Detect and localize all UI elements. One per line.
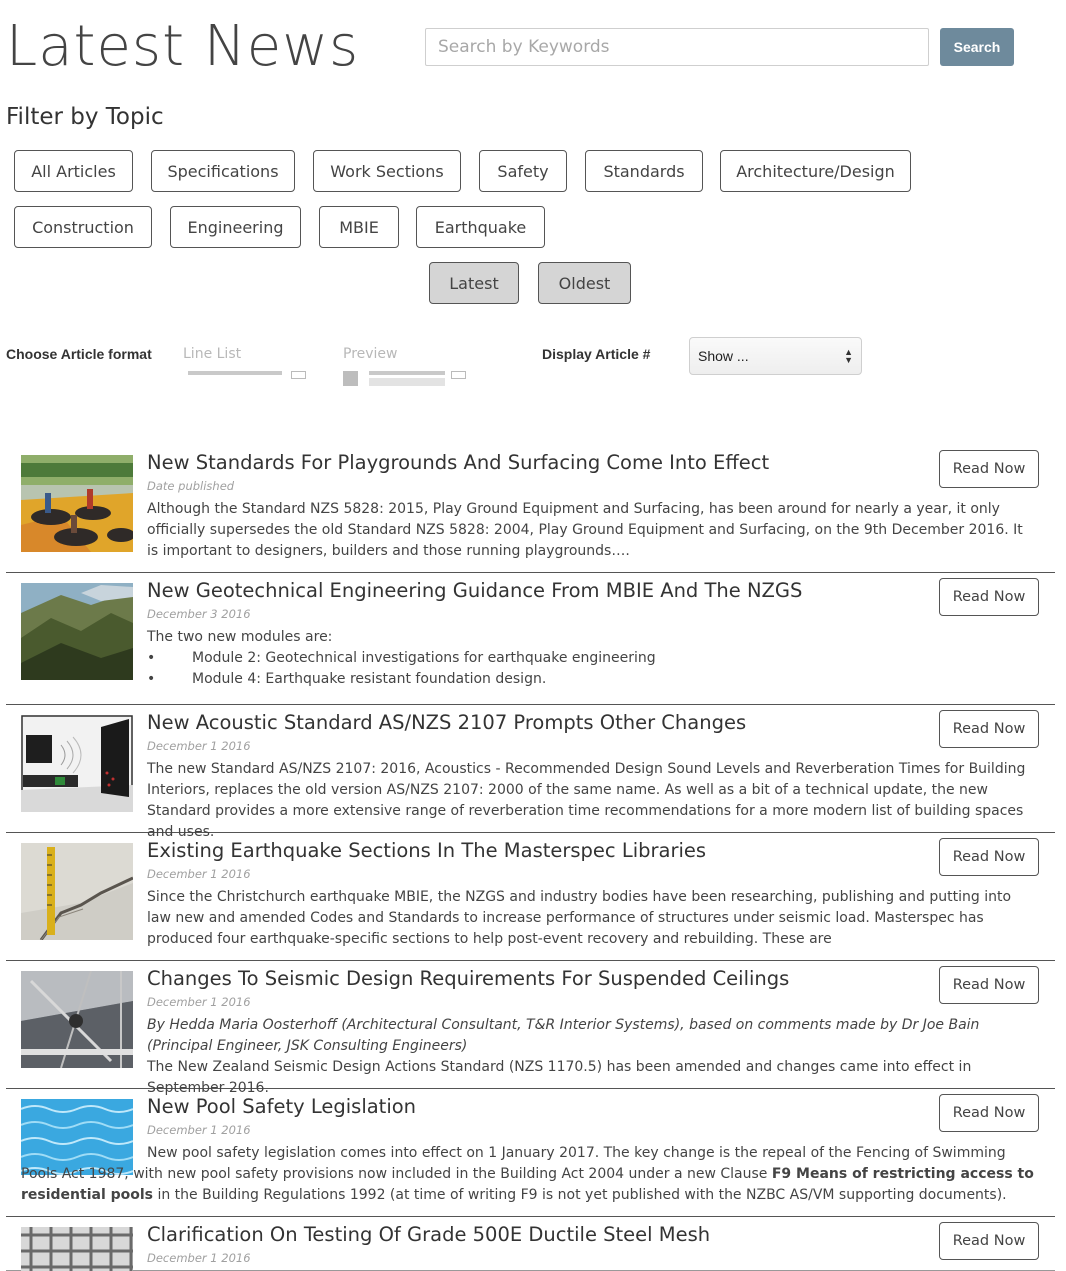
article-thumbnail[interactable] — [21, 971, 133, 1068]
article-date: December 1 2016 — [147, 995, 251, 1009]
article-byline: By Hedda Maria Oosterhoff (Architectural… — [147, 1017, 980, 1054]
article-excerpt: The new Standard AS/NZS 2107: 2016, Acou… — [147, 761, 1026, 840]
playground-image — [21, 455, 133, 552]
article-intro: The two new modules are: — [147, 629, 333, 645]
article-thumbnail[interactable] — [21, 1227, 133, 1271]
article-title[interactable]: Changes To Seismic Design Requirements F… — [147, 967, 789, 990]
article-title[interactable]: Clarification On Testing Of Grade 500E D… — [147, 1223, 710, 1246]
article-item: Clarification On Testing Of Grade 500E D… — [6, 1217, 1055, 1271]
topic-mbie[interactable]: MBIE — [319, 206, 399, 248]
format-line-list-label: Line List — [183, 346, 242, 362]
article-excerpt: New pool safety legislation comes into e… — [21, 1145, 1034, 1203]
article-date: December 1 2016 — [147, 739, 251, 753]
topic-standards[interactable]: Standards — [585, 150, 703, 192]
topic-all-articles[interactable]: All Articles — [14, 150, 133, 192]
topic-work-sections[interactable]: Work Sections — [313, 150, 461, 192]
topic-specifications[interactable]: Specifications — [151, 150, 295, 192]
read-now-button[interactable]: Read Now — [939, 1222, 1039, 1260]
topic-construction[interactable]: Construction — [14, 206, 152, 248]
sort-latest-button[interactable]: Latest — [429, 262, 519, 304]
article-title[interactable]: New Standards For Playgrounds And Surfac… — [147, 451, 769, 474]
read-now-button[interactable]: Read Now — [939, 1094, 1039, 1132]
preview-bar-icon — [369, 371, 445, 375]
article-item: Existing Earthquake Sections In The Mast… — [6, 833, 1055, 961]
article-thumbnail[interactable] — [21, 455, 133, 552]
line-list-box-icon — [291, 371, 306, 379]
read-now-button[interactable]: Read Now — [939, 838, 1039, 876]
topic-engineering[interactable]: Engineering — [170, 206, 301, 248]
article-title[interactable]: New Geotechnical Engineering Guidance Fr… — [147, 579, 802, 602]
topic-safety[interactable]: Safety — [479, 150, 567, 192]
read-now-button[interactable]: Read Now — [939, 710, 1039, 748]
article-date: December 1 2016 — [147, 1251, 251, 1265]
list-item: • Module 4: Earthquake resistant foundati… — [147, 671, 547, 687]
steel-mesh-image — [21, 1227, 133, 1271]
article-excerpt: By Hedda Maria Oosterhoff (Architectural… — [147, 1015, 1037, 1099]
article-title[interactable]: New Acoustic Standard AS/NZS 2107 Prompt… — [147, 711, 746, 734]
preview-box-icon — [451, 371, 466, 379]
article-item: New Acoustic Standard AS/NZS 2107 Prompt… — [6, 705, 1055, 840]
read-now-button[interactable]: Read Now — [939, 450, 1039, 488]
article-title[interactable]: New Pool Safety Legislation — [147, 1095, 416, 1118]
article-thumbnail[interactable] — [21, 843, 133, 940]
article-item: Changes To Seismic Design Requirements F… — [6, 961, 1055, 1096]
mountains-image — [21, 583, 133, 680]
acoustic-room-image — [21, 715, 133, 812]
preview-text-icon — [369, 378, 445, 386]
article-date: Date published — [147, 479, 235, 493]
list-item: • Module 2: Geotechnical investigations f… — [147, 650, 656, 666]
topic-earthquake[interactable]: Earthquake — [416, 206, 545, 248]
crack-ruler-image — [21, 843, 133, 940]
article-thumbnail[interactable] — [21, 715, 133, 812]
page-title: Latest News — [6, 14, 360, 79]
read-now-button[interactable]: Read Now — [939, 966, 1039, 1004]
article-excerpt: Although the Standard NZS 5828: 2015, Pl… — [147, 501, 1023, 559]
sort-oldest-button[interactable]: Oldest — [538, 262, 631, 304]
article-format-label: Choose Article format — [6, 346, 152, 362]
article-item: New Standards For Playgrounds And Surfac… — [6, 445, 1055, 573]
article-excerpt: The two new modules are: • Module 2: Geot… — [147, 627, 1037, 690]
article-date: December 1 2016 — [147, 1123, 251, 1137]
preview-thumb-icon — [343, 371, 358, 386]
article-date: December 3 2016 — [147, 607, 251, 621]
display-count-value: Show ... — [698, 348, 749, 364]
filter-heading: Filter by Topic — [6, 104, 164, 130]
format-preview-label: Preview — [343, 346, 398, 362]
display-count-select[interactable]: Show ... ▲ ▼ — [689, 337, 862, 375]
select-arrows-icon: ▲ ▼ — [844, 347, 853, 365]
ceiling-image — [21, 971, 133, 1068]
line-list-bar-icon — [188, 371, 282, 375]
article-excerpt: Since the Christchurch earthquake MBIE, … — [147, 889, 1012, 947]
article-date: December 1 2016 — [147, 867, 251, 881]
article-title[interactable]: Existing Earthquake Sections In The Mast… — [147, 839, 706, 862]
topic-architecture-design[interactable]: Architecture/Design — [720, 150, 911, 192]
article-thumbnail[interactable] — [21, 583, 133, 680]
article-item: New Geotechnical Engineering Guidance Fr… — [6, 573, 1055, 705]
display-article-label: Display Article # — [542, 346, 651, 362]
read-now-button[interactable]: Read Now — [939, 578, 1039, 616]
search-button[interactable]: Search — [940, 28, 1014, 66]
search-input[interactable] — [425, 28, 929, 66]
article-item: New Pool Safety Legislation December 1 2… — [6, 1089, 1055, 1217]
